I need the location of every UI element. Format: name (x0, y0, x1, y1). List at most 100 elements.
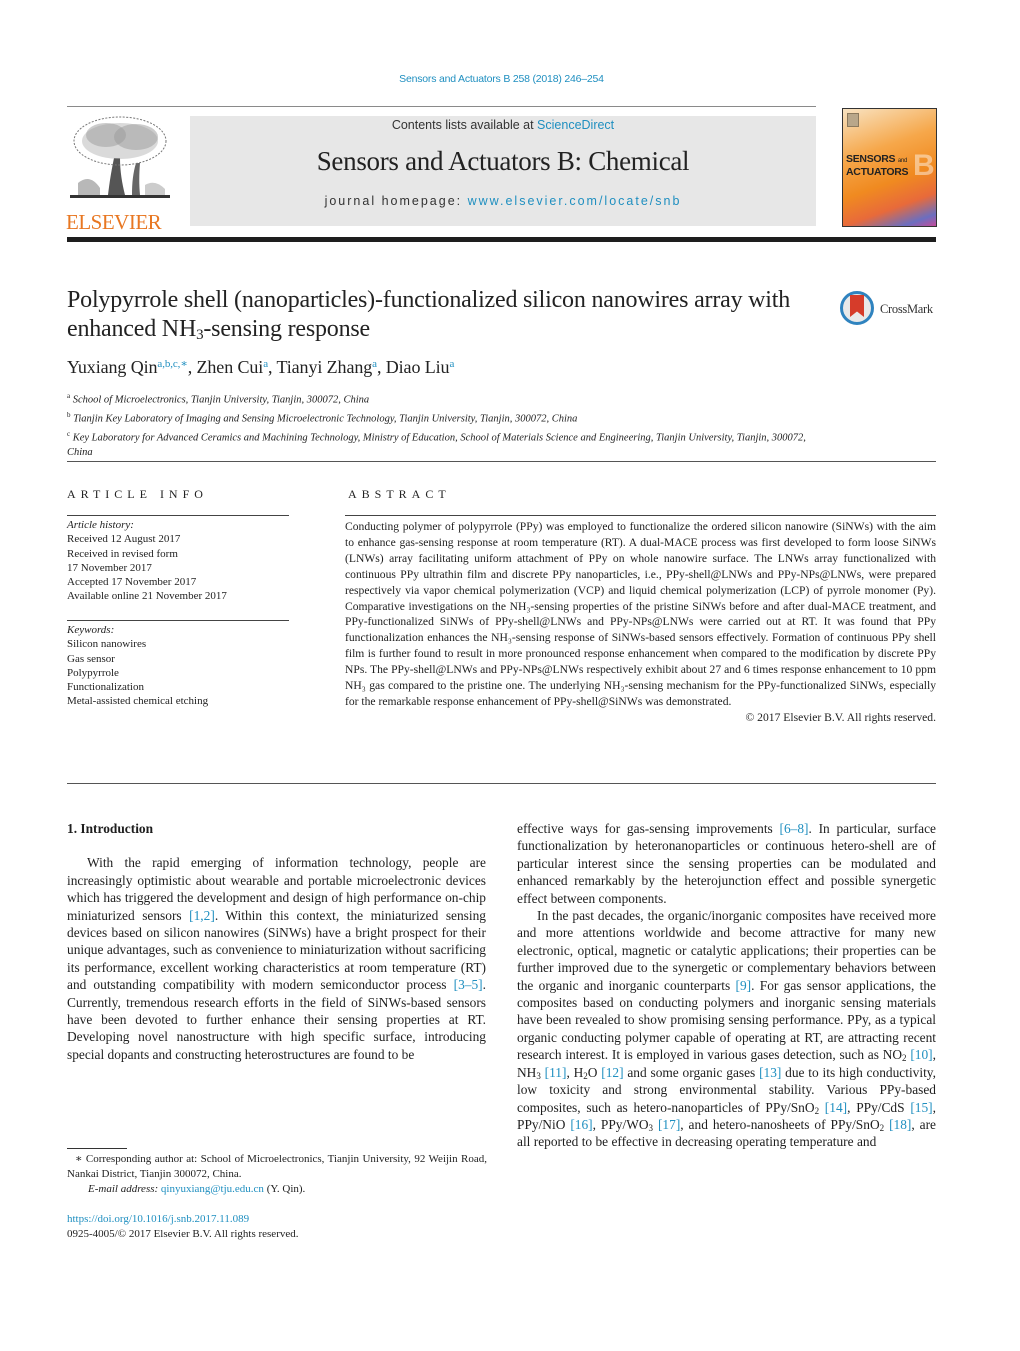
body-left-column: 1. Introduction With the rapid emerging … (67, 820, 486, 1063)
author-list: Yuxiang Qina,b,c,∗, Zhen Cuia, Tianyi Zh… (67, 357, 455, 377)
article-info-heading: ARTICLE INFO (67, 487, 208, 501)
citation-link[interactable]: [18] (889, 1117, 911, 1132)
issn-line: 0925-4005/© 2017 Elsevier B.V. All right… (67, 1228, 299, 1240)
journal-reference-link[interactable]: Sensors and Actuators B 258 (2018) 246–2… (0, 73, 1003, 85)
citation-link[interactable]: [14] (825, 1100, 847, 1115)
author-marks[interactable]: a (372, 358, 377, 370)
intro-paragraph-1: With the rapid emerging of information t… (67, 855, 486, 1062)
abstract-copyright: © 2017 Elsevier B.V. All rights reserved… (745, 710, 936, 724)
affiliation-item: a School of Microelectronics, Tianjin Un… (67, 389, 827, 408)
keyword-item: Silicon nanowires (67, 638, 147, 651)
doi-block: https://doi.org/10.1016/j.snb.2017.11.08… (67, 1212, 299, 1242)
affiliation-mark: c (67, 430, 71, 438)
contents-prefix: Contents lists available at (391, 118, 538, 132)
doi-link[interactable]: https://doi.org/10.1016/j.snb.2017.11.08… (67, 1212, 299, 1227)
affiliations: a School of Microelectronics, Tianjin Un… (67, 389, 827, 461)
affiliation-item: b Tianjin Key Laboratory of Imaging and … (67, 408, 827, 427)
keyword-item: Metal-assisted chemical etching (67, 695, 209, 708)
abstract-bottom-rule (67, 783, 936, 784)
title-part2: -sensing response (203, 316, 370, 342)
abstract-body: Conducting polymer of polypyrrole (PPy) … (345, 519, 936, 726)
history-label: Article history: (67, 519, 134, 531)
citation-link[interactable]: [12] (601, 1065, 623, 1080)
intro-paragraph-2: In the past decades, the organic/inorgan… (517, 908, 936, 1150)
citation-link[interactable]: [16] (570, 1117, 592, 1132)
article-title: Polypyrrole shell (nanoparticles)-functi… (67, 286, 807, 344)
footnotes: ∗ Corresponding author at: School of Mic… (67, 1152, 487, 1197)
journal-cover-image[interactable]: B SENSORS and ACTUATORS (842, 108, 937, 227)
author-marks[interactable]: a,b,c,∗ (157, 358, 187, 370)
citation-link[interactable]: [17] (658, 1117, 680, 1132)
corresponding-author-note: ∗ Corresponding author at: School of Mic… (67, 1153, 487, 1180)
citation-link[interactable]: [3–5] (454, 977, 483, 992)
header-top-rule (67, 106, 816, 107)
subscript: 3 (536, 1070, 541, 1081)
subscript: 2 (879, 1122, 885, 1133)
email-label: E-mail address: (88, 1183, 159, 1195)
abstract-rule (345, 515, 936, 516)
keyword-item: Gas sensor (67, 652, 115, 665)
journal-banner: Contents lists available at ScienceDirec… (190, 116, 816, 226)
affiliation-text: Key Laboratory for Advanced Ceramics and… (67, 432, 806, 459)
citation-link[interactable]: [11] (545, 1065, 567, 1080)
email-suffix: (Y. Qin). (263, 1183, 306, 1195)
title-part1: Polypyrrole shell (nanoparticles)-functi… (67, 287, 791, 342)
citation-link[interactable]: [13] (759, 1065, 781, 1080)
affiliation-text: Tianjin Key Laboratory of Imaging and Se… (73, 413, 578, 425)
article-history: Article history: Received 12 August 2017… (67, 518, 227, 604)
subscript: 2 (902, 1053, 907, 1064)
homepage-prefix: journal homepage: (324, 194, 468, 208)
citation-link[interactable]: [9] (736, 978, 752, 993)
history-item: Received in revised form (67, 547, 178, 560)
affiliation-mark: b (67, 411, 71, 419)
body-right-column: effective ways for gas-sensing improveme… (517, 820, 936, 1151)
article-info-rule (67, 515, 289, 516)
cover-title-and: and (897, 158, 907, 164)
elsevier-wordmark: ELSEVIER (66, 210, 162, 234)
email-link[interactable]: qinyuxiang@tju.edu.cn (161, 1183, 264, 1195)
history-item: Received 12 August 2017 (67, 533, 181, 546)
subscript: 3 (648, 1122, 654, 1133)
author-name[interactable]: Yuxiang Qin (67, 357, 158, 377)
author-name[interactable]: Zhen Cui (197, 357, 264, 377)
keyword-item: Functionalization (67, 681, 144, 694)
citation-link[interactable]: [1,2] (189, 908, 215, 923)
keywords: Keywords: Silicon nanowires Gas sensor P… (67, 623, 208, 709)
history-item: Available online 21 November 2017 (67, 590, 227, 603)
intro-paragraph-1-continued: effective ways for gas-sensing improveme… (517, 821, 936, 906)
affiliation-item: c Key Laboratory for Advanced Ceramics a… (67, 427, 827, 461)
subscript: 2 (814, 1105, 820, 1116)
abstract-paragraph: Conducting polymer of polypyrrole (PPy) … (345, 520, 936, 708)
abstract-heading: ABSTRACT (348, 487, 451, 501)
crossmark-label: CrossMark (880, 302, 933, 316)
sciencedirect-link[interactable]: ScienceDirect (537, 118, 614, 132)
author-name[interactable]: Diao Liu (386, 357, 450, 377)
crossmark-badge[interactable]: CrossMark (840, 290, 940, 330)
cover-letter: B (913, 149, 935, 182)
citation-link[interactable]: [10] (910, 1047, 932, 1062)
keywords-label: Keywords: (67, 624, 115, 636)
cover-title-line1: SENSORS (846, 153, 896, 165)
section-heading-introduction: 1. Introduction (67, 821, 154, 836)
keywords-rule (67, 620, 289, 621)
cover-title-line2: ACTUATORS (846, 166, 909, 178)
contents-line: Contents lists available at ScienceDirec… (190, 118, 816, 132)
footnote-rule (67, 1148, 127, 1149)
author-marks[interactable]: a (263, 358, 268, 370)
header-thick-rule (67, 237, 936, 242)
history-item: 17 November 2017 (67, 561, 152, 574)
email-line: E-mail address: qinyuxiang@tju.edu.cn (Y… (67, 1182, 487, 1197)
history-item: Accepted 17 November 2017 (67, 576, 197, 589)
citation-link[interactable]: [15] (910, 1100, 932, 1115)
affiliation-text: School of Microelectronics, Tianjin Univ… (72, 394, 370, 406)
journal-title: Sensors and Actuators B: Chemical (316, 146, 690, 176)
cover-publisher-icon (847, 113, 859, 127)
author-name[interactable]: Tianyi Zhang (277, 357, 373, 377)
title-bottom-rule (67, 461, 936, 462)
citation-link[interactable]: [6–8] (780, 821, 809, 836)
journal-homepage-link[interactable]: www.elsevier.com/locate/snb (468, 194, 682, 208)
cover-title: SENSORS and ACTUATORS (846, 153, 909, 178)
elsevier-logo[interactable]: ELSEVIER (66, 113, 178, 234)
affiliation-mark: a (67, 392, 71, 400)
author-marks[interactable]: a (449, 358, 454, 370)
